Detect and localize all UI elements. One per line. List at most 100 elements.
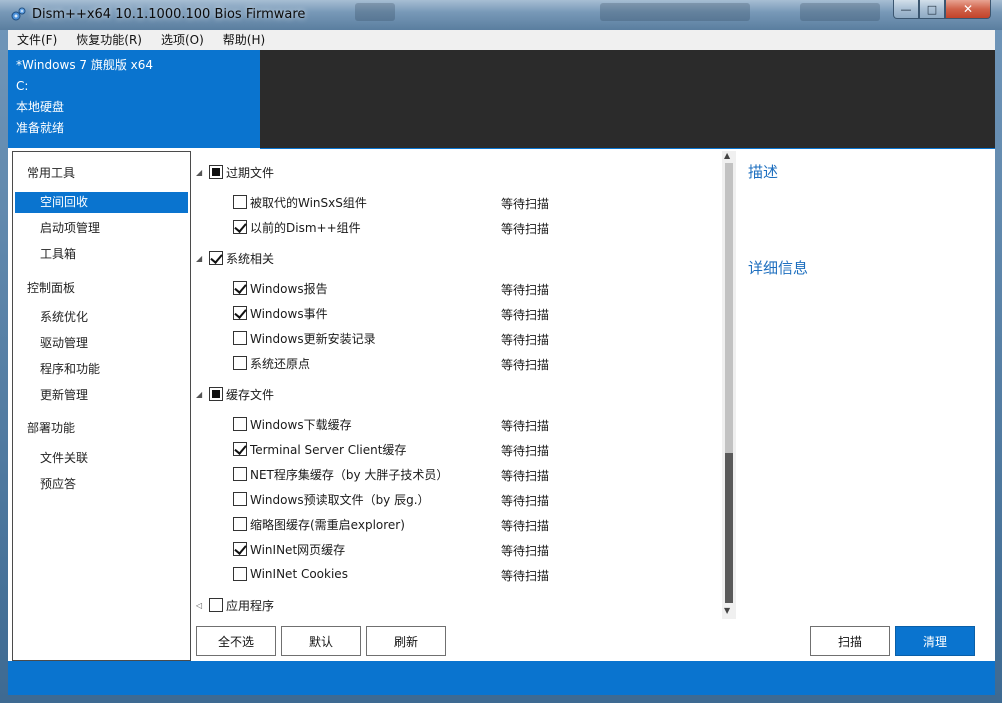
nav-item-programs-features[interactable]: 程序和功能 xyxy=(15,359,188,380)
item-row[interactable]: Windows事件 xyxy=(233,303,328,323)
category-row[interactable]: 应用程序 xyxy=(209,595,274,615)
item-status: 等待扫描 xyxy=(501,444,550,458)
item-label: 系统还原点 xyxy=(250,356,311,371)
item-label: Terminal Server Client缓存 xyxy=(250,442,407,457)
collapse-arrow-icon[interactable]: ◢ xyxy=(196,390,202,399)
item-row[interactable]: NET程序集缓存（by 大胖子技术员） xyxy=(233,464,448,484)
nav-item-toolbox[interactable]: 工具箱 xyxy=(15,244,188,265)
nav-group-deploy: 部署功能 xyxy=(27,421,76,435)
item-checkbox[interactable] xyxy=(233,542,247,556)
deselect-all-button[interactable]: 全不选 xyxy=(196,626,276,656)
nav-item-file-association[interactable]: 文件关联 xyxy=(15,448,188,469)
item-checkbox[interactable] xyxy=(233,567,247,581)
category-checkbox[interactable] xyxy=(209,251,223,265)
collapse-arrow-icon[interactable]: ◢ xyxy=(196,168,202,177)
item-status: 等待扫描 xyxy=(501,519,550,533)
item-row[interactable]: 缩略图缓存(需重启explorer) xyxy=(233,514,405,534)
background-window-ghost xyxy=(800,3,880,21)
category-row[interactable]: 过期文件 xyxy=(209,162,274,182)
item-row[interactable]: 系统还原点 xyxy=(233,353,310,373)
item-checkbox[interactable] xyxy=(233,442,247,456)
drive-letter: C: xyxy=(16,79,29,93)
item-checkbox[interactable] xyxy=(233,417,247,431)
menu-help[interactable]: 帮助(H) xyxy=(214,30,275,50)
menu-file[interactable]: 文件(F) xyxy=(8,30,67,50)
clean-button[interactable]: 清理 xyxy=(895,626,975,656)
item-checkbox[interactable] xyxy=(233,281,247,295)
nav-item-answer-file[interactable]: 预应答 xyxy=(15,474,188,495)
item-status: 等待扫描 xyxy=(501,283,550,297)
disk-type: 本地硬盘 xyxy=(16,100,65,114)
background-window-ghost xyxy=(355,3,395,21)
nav-item-system-optimize[interactable]: 系统优化 xyxy=(15,307,188,328)
item-label: 被取代的WinSxS组件 xyxy=(250,195,367,210)
refresh-button[interactable]: 刷新 xyxy=(366,626,446,656)
item-row[interactable]: Windows下载缓存 xyxy=(233,414,352,434)
category-row[interactable]: 系统相关 xyxy=(209,248,274,268)
collapse-arrow-icon[interactable]: ◢ xyxy=(196,254,202,263)
os-name: *Windows 7 旗舰版 x64 xyxy=(16,58,154,72)
expand-arrow-icon[interactable]: ◁ xyxy=(196,601,202,610)
category-row[interactable]: 缓存文件 xyxy=(209,384,274,404)
item-label: Windows事件 xyxy=(250,306,328,321)
nav-item-space-reclaim[interactable]: 空间回收 xyxy=(15,192,188,213)
category-checkbox[interactable] xyxy=(209,165,223,179)
default-button[interactable]: 默认 xyxy=(281,626,361,656)
cleanup-tree: ◢ 过期文件 被取代的WinSxS组件 等待扫描 以前的Dism++组件 等待扫… xyxy=(192,151,995,661)
status-text: 准备就绪 xyxy=(16,121,65,135)
sidebar-nav: 常用工具 空间回收 启动项管理 工具箱 控制面板 系统优化 驱动管理 程序和功能… xyxy=(12,151,191,661)
item-checkbox[interactable] xyxy=(233,220,247,234)
item-row[interactable]: Windows报告 xyxy=(233,278,328,298)
maximize-button[interactable]: □ xyxy=(919,0,945,19)
item-label: 缩略图缓存(需重启explorer) xyxy=(250,517,405,532)
nav-item-startup-manager[interactable]: 启动项管理 xyxy=(15,218,188,239)
minimize-button[interactable]: — xyxy=(893,0,919,19)
item-checkbox[interactable] xyxy=(233,331,247,345)
item-status: 等待扫描 xyxy=(501,419,550,433)
item-checkbox[interactable] xyxy=(233,195,247,209)
nav-group-common-tools: 常用工具 xyxy=(27,166,76,180)
item-checkbox[interactable] xyxy=(233,306,247,320)
menu-bar: 文件(F) 恢复功能(R) 选项(O) 帮助(H) xyxy=(8,30,995,50)
item-status: 等待扫描 xyxy=(501,308,550,322)
item-row[interactable]: Windows预读取文件（by 辰g.） xyxy=(233,489,430,509)
system-info-panel[interactable]: *Windows 7 旗舰版 x64 C: 本地硬盘 准备就绪 xyxy=(8,50,260,148)
item-checkbox[interactable] xyxy=(233,517,247,531)
item-row[interactable]: Terminal Server Client缓存 xyxy=(233,439,406,459)
scroll-down-icon[interactable]: ▼ xyxy=(724,606,730,615)
title-bar[interactable]: Dism++x64 10.1.1000.100 Bios Firmware — … xyxy=(0,0,1002,30)
item-row[interactable]: 被取代的WinSxS组件 xyxy=(233,192,367,212)
item-status: 等待扫描 xyxy=(501,197,550,211)
item-checkbox[interactable] xyxy=(233,467,247,481)
details-heading: 详细信息 xyxy=(748,259,809,277)
item-status: 等待扫描 xyxy=(501,222,550,236)
menu-options[interactable]: 选项(O) xyxy=(152,30,214,50)
item-checkbox[interactable] xyxy=(233,492,247,506)
app-window: Dism++x64 10.1.1000.100 Bios Firmware — … xyxy=(0,0,1002,703)
item-checkbox[interactable] xyxy=(233,356,247,370)
category-label: 应用程序 xyxy=(226,598,275,613)
item-status: 等待扫描 xyxy=(501,333,550,347)
item-row[interactable]: WinINet Cookies xyxy=(233,564,348,584)
nav-item-update-manager[interactable]: 更新管理 xyxy=(15,385,188,406)
scrollbar-thumb[interactable] xyxy=(725,163,733,453)
category-checkbox[interactable] xyxy=(209,387,223,401)
menu-restore[interactable]: 恢复功能(R) xyxy=(67,30,152,50)
scroll-up-icon[interactable]: ▲ xyxy=(724,151,730,160)
scrollbar-track[interactable] xyxy=(725,453,733,603)
nav-item-driver-manager[interactable]: 驱动管理 xyxy=(15,333,188,354)
description-heading: 描述 xyxy=(748,163,779,181)
scan-button[interactable]: 扫描 xyxy=(810,626,890,656)
item-row[interactable]: Windows更新安装记录 xyxy=(233,328,376,348)
item-status: 等待扫描 xyxy=(501,469,550,483)
vertical-scrollbar[interactable]: ▲ ▼ xyxy=(722,151,736,619)
background-window-ghost xyxy=(600,3,750,21)
item-label: WinINet Cookies xyxy=(250,567,348,581)
item-status: 等待扫描 xyxy=(501,358,550,372)
close-button[interactable]: ✕ xyxy=(945,0,991,19)
item-row[interactable]: WinINet网页缓存 xyxy=(233,539,345,559)
item-status: 等待扫描 xyxy=(501,569,550,583)
item-row[interactable]: 以前的Dism++组件 xyxy=(233,217,361,237)
category-checkbox[interactable] xyxy=(209,598,223,612)
category-label: 缓存文件 xyxy=(226,387,275,402)
